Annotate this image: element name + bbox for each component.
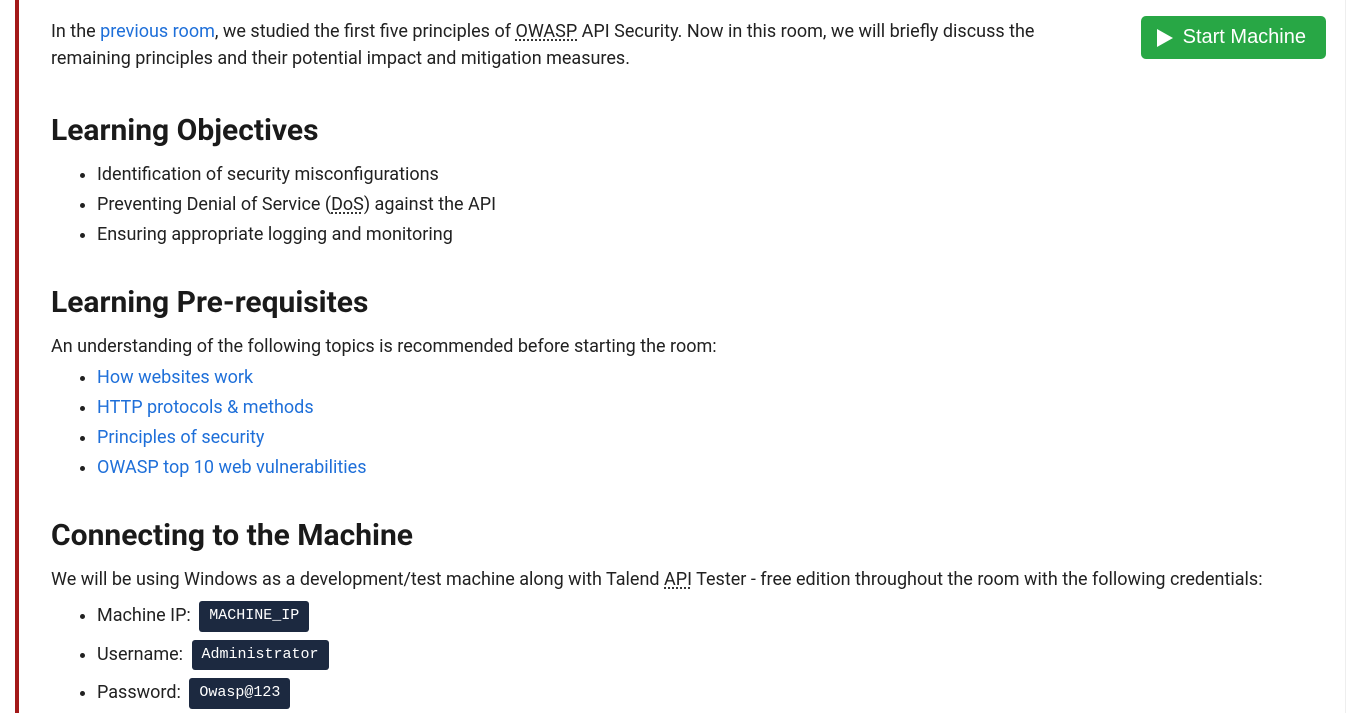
start-machine-label: Start Machine bbox=[1183, 26, 1306, 49]
list-item: How websites work bbox=[97, 364, 1315, 391]
start-machine-button[interactable]: Start Machine bbox=[1141, 16, 1326, 59]
machine-ip-value: MACHINE_IP bbox=[199, 601, 309, 632]
list-item: OWASP top 10 web vulnerabilities bbox=[97, 454, 1315, 481]
prereq-link[interactable]: OWASP top 10 web vulnerabilities bbox=[97, 457, 367, 478]
list-item: Identification of security misconfigurat… bbox=[97, 161, 1315, 188]
prereq-lead: An understanding of the following topics… bbox=[51, 333, 1315, 360]
intro-text: , we studied the first five principles o… bbox=[215, 21, 516, 42]
list-item: Password: Owasp@123 bbox=[97, 678, 1315, 709]
list-item: HTTP protocols & methods bbox=[97, 394, 1315, 421]
prereq-link[interactable]: Principles of security bbox=[97, 427, 264, 448]
machine-ip-label: Machine IP: bbox=[97, 605, 191, 626]
api-abbr: API bbox=[664, 569, 692, 590]
list-item: Preventing Denial of Service (DoS) again… bbox=[97, 191, 1315, 218]
password-value: Owasp@123 bbox=[189, 678, 290, 709]
prereq-list: How websites work HTTP protocols & metho… bbox=[51, 364, 1315, 481]
prereq-link[interactable]: How websites work bbox=[97, 367, 253, 388]
dos-abbr: DoS bbox=[331, 194, 364, 215]
connect-heading: Connecting to the Machine bbox=[51, 513, 1315, 558]
previous-room-link[interactable]: previous room bbox=[100, 21, 215, 42]
password-label: Password: bbox=[97, 682, 181, 703]
list-item: Ensuring appropriate logging and monitor… bbox=[97, 221, 1315, 248]
username-label: Username: bbox=[97, 644, 183, 665]
list-item: Principles of security bbox=[97, 424, 1315, 451]
username-value: Administrator bbox=[192, 640, 329, 671]
intro-text: In the bbox=[51, 21, 100, 42]
objectives-list: Identification of security misconfigurat… bbox=[51, 161, 1315, 248]
learning-objectives-heading: Learning Objectives bbox=[51, 108, 1315, 153]
list-item: Machine IP: MACHINE_IP bbox=[97, 601, 1315, 632]
connect-lead: We will be using Windows as a developmen… bbox=[51, 566, 1315, 593]
prereq-heading: Learning Pre-requisites bbox=[51, 280, 1315, 325]
intro-paragraph: In the previous room, we studied the fir… bbox=[51, 0, 1315, 72]
list-item: Username: Administrator bbox=[97, 640, 1315, 671]
credentials-list: Machine IP: MACHINE_IP Username: Adminis… bbox=[51, 601, 1315, 709]
prereq-link[interactable]: HTTP protocols & methods bbox=[97, 397, 314, 418]
play-icon bbox=[1157, 29, 1173, 47]
lesson-card: Start Machine In the previous room, we s… bbox=[15, 0, 1345, 713]
owasp-abbr: OWASP bbox=[515, 21, 577, 42]
